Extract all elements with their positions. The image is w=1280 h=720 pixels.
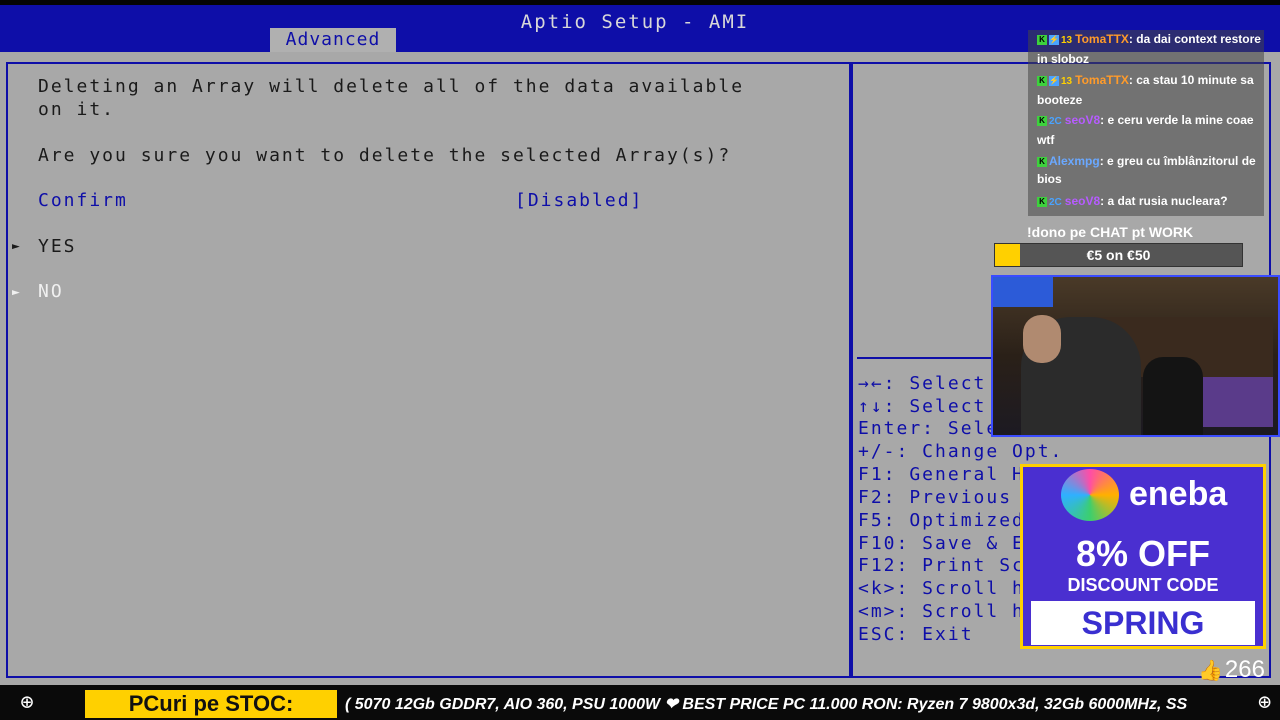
level-badge: 13: [1061, 76, 1073, 87]
help-line: Enter: Sele: [858, 418, 1000, 439]
help-line: ↑↓: Select: [858, 396, 987, 417]
donation-goal-text: €5 on €50: [1086, 247, 1151, 263]
help-line: F10: Save & E: [858, 533, 1025, 554]
help-line: F12: Print Sc: [858, 555, 1025, 576]
level-badge: 2C: [1049, 197, 1062, 208]
sub-badge-icon: ⚡: [1049, 75, 1059, 86]
crosshair-icon: ⊕: [1258, 690, 1272, 715]
like-count: 266: [1224, 656, 1265, 683]
donation-label: !dono pe CHAT pt WORK: [1027, 224, 1194, 240]
ad-brand: eneba: [1129, 475, 1228, 513]
help-line: →←: Select: [858, 373, 987, 394]
webcam-chair: [1143, 357, 1203, 435]
chat-message: K ⚡ 13 TomaTTX: da dai context restore in s…: [1037, 30, 1262, 68]
confirm-label[interactable]: Confirm: [38, 190, 128, 211]
no-arrow-icon: ►: [12, 285, 20, 300]
tab-advanced[interactable]: Advanced: [270, 28, 396, 52]
confirm-value[interactable]: [Disabled]: [515, 190, 643, 211]
help-line: F1: General H: [858, 464, 1025, 485]
ad-code: SPRING: [1031, 601, 1255, 645]
eneba-logo-icon: [1061, 469, 1119, 521]
chat-username[interactable]: TomaTTX: [1075, 73, 1129, 87]
kick-badge-icon: K: [1037, 34, 1047, 45]
kick-badge-icon: K: [1037, 156, 1047, 167]
kick-badge-icon: K: [1037, 115, 1047, 126]
help-line: <k>: Scroll h: [858, 578, 1025, 599]
ad-discount: 8% OFF: [1075, 533, 1210, 574]
chat-message: K 2C seoV8: a dat rusia nucleara?: [1037, 192, 1262, 212]
yes-arrow-icon: ►: [12, 239, 20, 254]
level-badge: 2C: [1049, 116, 1062, 127]
help-line: ESC: Exit: [858, 624, 974, 645]
chat-username[interactable]: seoV8: [1065, 194, 1100, 208]
confirm-question: Are you sure you want to delete the sele…: [38, 145, 732, 166]
ticker-text: ( 5070 12Gb GDDR7, AIO 360, PSU 1000W ❤ …: [345, 696, 1188, 713]
sub-badge-icon: ⚡: [1049, 34, 1059, 45]
option-yes[interactable]: YES: [38, 236, 77, 257]
warning-text-line1: Deleting an Array will delete all of the…: [38, 76, 745, 97]
help-line: F2: Previous: [858, 487, 1013, 508]
crosshair-icon: ⊕: [20, 690, 34, 715]
webcam-feed: [991, 275, 1280, 437]
like-counter: 👍266: [1198, 656, 1265, 684]
ticker-badge: PCuri pe STOC:: [85, 690, 337, 718]
level-badge: 13: [1061, 35, 1073, 46]
chat-username[interactable]: TomaTTX: [1075, 32, 1129, 46]
help-line: +/-: Change Opt.: [858, 441, 1064, 462]
help-line: <m>: Scroll h: [858, 601, 1025, 622]
option-no[interactable]: NO: [38, 281, 64, 302]
kick-badge-icon: K: [1037, 196, 1047, 207]
chat-text: : a dat rusia nucleara?: [1100, 194, 1228, 208]
help-line: F5: Optimized: [858, 510, 1025, 531]
chat-message: K Alexmpg: e greu cu îmblânzitorul de bio…: [1037, 152, 1262, 188]
sponsor-ad[interactable]: eneba 8% OFF DISCOUNT CODE SPRING: [1020, 464, 1266, 649]
chat-message: K 2C seoV8: e ceru verde la mine coae wtf: [1037, 111, 1262, 149]
kick-badge-icon: K: [1037, 75, 1047, 86]
webcam-couch: [1193, 377, 1273, 427]
webcam-streamer-head: [1023, 315, 1061, 363]
help-divider: [857, 357, 997, 359]
webcam-background-light: [993, 277, 1053, 307]
donation-goal-bar: €5 on €50: [994, 243, 1243, 267]
chat-username[interactable]: Alexmpg: [1049, 154, 1100, 168]
chat-username[interactable]: seoV8: [1065, 113, 1100, 127]
warning-text-line2: on it.: [38, 99, 116, 120]
ad-discount-label: DISCOUNT CODE: [1067, 575, 1219, 595]
thumbs-up-icon: 👍: [1198, 660, 1223, 682]
chat-message: K ⚡ 13 TomaTTX: ca stau 10 minute sa bootez…: [1037, 71, 1262, 109]
